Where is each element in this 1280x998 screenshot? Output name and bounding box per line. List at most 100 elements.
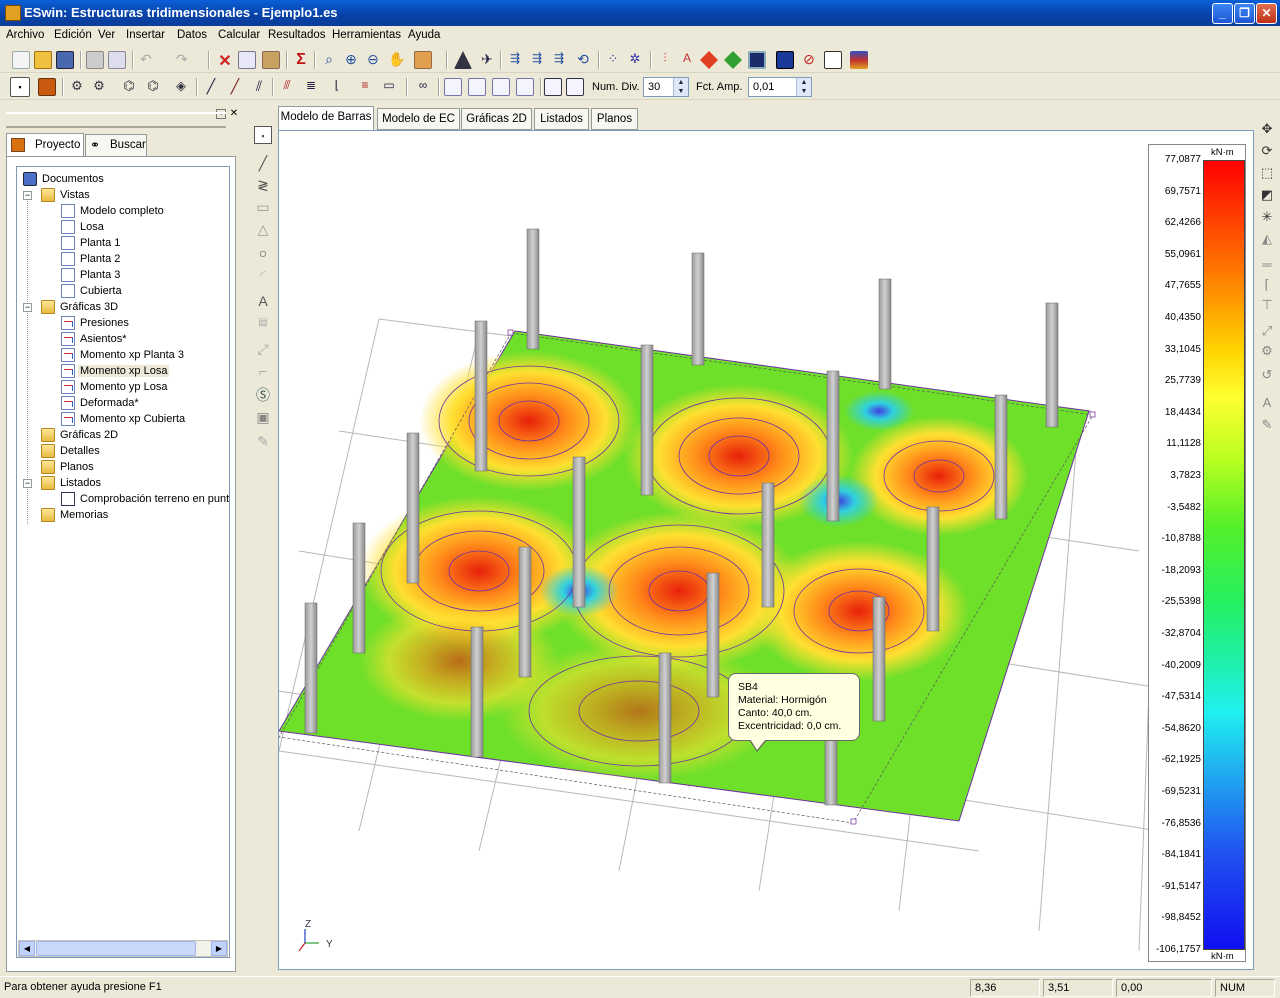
- num-div-value[interactable]: 30: [648, 81, 660, 93]
- menu-calcular[interactable]: Calcular: [218, 29, 260, 41]
- undo-icon[interactable]: ↶: [140, 51, 158, 69]
- report-list-icon[interactable]: [566, 78, 584, 96]
- gear-icon[interactable]: ⚙: [1258, 342, 1276, 360]
- image-icon[interactable]: ▣: [254, 408, 272, 426]
- axis-y-icon[interactable]: ⇶: [528, 51, 546, 69]
- line-red-icon[interactable]: ╱: [226, 78, 244, 96]
- panel-grip[interactable]: [6, 112, 226, 128]
- text-icon[interactable]: A: [254, 292, 272, 310]
- menu-insertar[interactable]: Insertar: [126, 29, 165, 41]
- tab-listados[interactable]: Listados: [534, 108, 589, 130]
- select-icon[interactable]: ▪: [254, 126, 272, 144]
- menu-datos[interactable]: Datos: [177, 29, 207, 41]
- tab-graficas-2d[interactable]: Gráficas 2D: [461, 108, 532, 130]
- view-home-icon[interactable]: [414, 51, 432, 69]
- num-div-stepper[interactable]: 30 ▲ ▼: [643, 77, 689, 97]
- print-preview-icon[interactable]: [108, 51, 126, 69]
- rectangle-icon[interactable]: ▭: [254, 198, 272, 216]
- open-icon[interactable]: [34, 51, 52, 69]
- scroll-thumb[interactable]: [36, 941, 196, 956]
- menu-archivo[interactable]: Archivo: [6, 29, 44, 41]
- maximize-button[interactable]: ❐: [1234, 3, 1255, 24]
- close-button[interactable]: ✕: [1256, 3, 1277, 24]
- scroll-right-icon[interactable]: ▶: [211, 941, 227, 956]
- pan-hand-icon[interactable]: ✋: [388, 51, 406, 69]
- minimize-button[interactable]: _: [1212, 3, 1233, 24]
- collapse-icon[interactable]: −: [23, 479, 32, 488]
- leader-icon[interactable]: ⌐: [254, 362, 272, 380]
- diamond-red-icon[interactable]: [700, 51, 718, 69]
- explode-icon[interactable]: ✳: [1258, 208, 1276, 226]
- redo-icon[interactable]: ↷: [176, 51, 194, 69]
- polyline-icon[interactable]: ≷: [254, 176, 272, 194]
- axis-x-icon[interactable]: ⇶: [506, 51, 524, 69]
- extend-icon[interactable]: ⤢: [1258, 322, 1276, 340]
- tab-buscar[interactable]: ⚭ Buscar: [85, 134, 147, 156]
- rotate-view-icon[interactable]: ⟲: [574, 51, 592, 69]
- zoom-window-icon[interactable]: ⌕: [320, 51, 338, 69]
- layers-icon[interactable]: [850, 51, 868, 69]
- grid-dots-icon[interactable]: ⁘: [604, 51, 622, 69]
- scale-icon[interactable]: ⬚: [1258, 164, 1276, 182]
- glasses-icon[interactable]: ∞: [414, 78, 432, 96]
- print-icon[interactable]: [86, 51, 104, 69]
- collapse-icon[interactable]: −: [23, 303, 32, 312]
- move-icon[interactable]: ✥: [1258, 120, 1276, 138]
- corner-icon[interactable]: ⌈: [1258, 276, 1276, 294]
- line-icon[interactable]: ╱: [254, 154, 272, 172]
- rotate-icon[interactable]: ⟳: [1258, 142, 1276, 160]
- node-group-icon[interactable]: ⚙: [90, 78, 108, 96]
- select-point-icon[interactable]: ▪: [10, 77, 30, 97]
- tree-horizontal-scrollbar[interactable]: ◀ ▶: [18, 940, 228, 957]
- zoom-in-icon[interactable]: ⊕: [342, 51, 360, 69]
- menu-edicion[interactable]: Edición: [54, 29, 92, 41]
- fct-amp-value[interactable]: 0,01: [753, 81, 774, 93]
- hatch-icon[interactable]: ⫻: [278, 78, 296, 96]
- arc-icon[interactable]: ◜: [254, 266, 272, 284]
- symmetry-icon[interactable]: ◭: [1258, 230, 1276, 248]
- save-icon[interactable]: [56, 51, 74, 69]
- section-edit-icon[interactable]: ▭: [380, 78, 398, 96]
- fct-amp-arrows[interactable]: ▲ ▼: [796, 78, 811, 96]
- dimension-line-icon[interactable]: ⤢: [254, 340, 272, 358]
- trim-icon[interactable]: ⊤: [1258, 296, 1276, 314]
- report-icon[interactable]: [544, 78, 562, 96]
- panel-close-icon[interactable]: ✕: [229, 109, 239, 119]
- tab-proyecto[interactable]: Proyecto: [6, 133, 84, 157]
- blue-diamond-icon[interactable]: [748, 51, 766, 69]
- menu-ver[interactable]: Ver: [98, 29, 115, 41]
- mirror-icon[interactable]: ◩: [1258, 186, 1276, 204]
- fct-amp-stepper[interactable]: 0,01 ▲ ▼: [748, 77, 812, 97]
- symbol-icon[interactable]: Ⓢ: [254, 386, 272, 404]
- loads-icon[interactable]: ⫶: [656, 51, 674, 69]
- comment-icon[interactable]: [824, 51, 842, 69]
- collapse-icon[interactable]: −: [23, 191, 32, 200]
- slab-icon[interactable]: [38, 78, 56, 96]
- circle-icon[interactable]: ○: [254, 244, 272, 262]
- align-icon[interactable]: ═: [1258, 256, 1276, 274]
- bar-group-icon[interactable]: ⌬: [144, 78, 162, 96]
- brush-icon[interactable]: [262, 51, 280, 69]
- graph-2-icon[interactable]: [468, 78, 486, 96]
- beam-icon[interactable]: ≡: [356, 78, 374, 96]
- no-symbol-icon[interactable]: ⊘: [800, 51, 818, 69]
- graph-1-icon[interactable]: [444, 78, 462, 96]
- hook-icon[interactable]: ↺: [1258, 366, 1276, 384]
- bar-icon[interactable]: ⌬: [120, 78, 138, 96]
- shell-icon[interactable]: ◈: [172, 78, 190, 96]
- line-tool-icon[interactable]: ╱: [202, 78, 220, 96]
- dimension-icon[interactable]: A: [678, 51, 696, 69]
- edit-icon[interactable]: [238, 51, 256, 69]
- section-icon[interactable]: [776, 51, 794, 69]
- perspective-icon[interactable]: [454, 51, 472, 69]
- contour-plot[interactable]: Z Y: [279, 131, 1149, 969]
- graph-3-icon[interactable]: [492, 78, 510, 96]
- num-div-arrows[interactable]: ▲ ▼: [673, 78, 688, 96]
- rebar-icon[interactable]: ≣: [302, 78, 320, 96]
- tab-modelo-de-ec[interactable]: Modelo de EC: [377, 108, 460, 130]
- axis-z-icon[interactable]: ⇶: [550, 51, 568, 69]
- graph-4-icon[interactable]: [516, 78, 534, 96]
- double-line-icon[interactable]: ⫽: [250, 78, 268, 96]
- snap-icon[interactable]: ✲: [626, 51, 644, 69]
- hatch-fill-icon[interactable]: ▤: [254, 314, 272, 332]
